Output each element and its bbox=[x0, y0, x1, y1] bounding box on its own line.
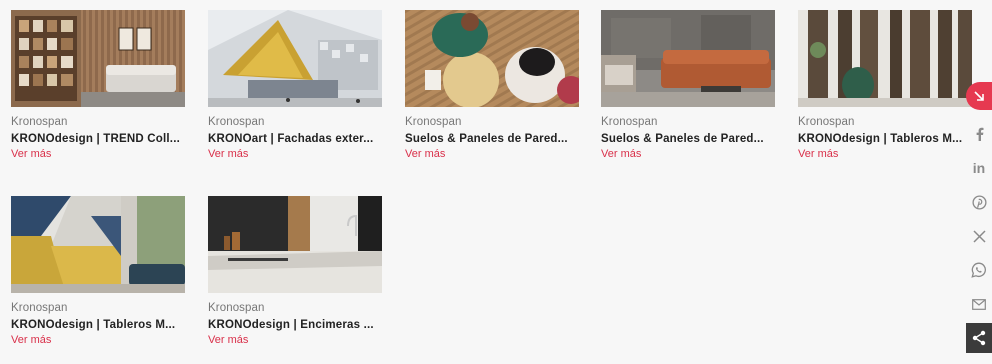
card-title[interactable]: Suelos & Paneles de Pared... bbox=[601, 133, 775, 145]
see-more-link[interactable]: Ver más bbox=[208, 334, 382, 346]
see-more-link[interactable]: Ver más bbox=[208, 148, 382, 160]
project-card[interactable]: Kronospan KRONOdesign | Tableros M... Ve… bbox=[11, 196, 185, 346]
see-more-link[interactable]: Ver más bbox=[11, 334, 185, 346]
card-title[interactable]: KRONOdesign | Tableros M... bbox=[798, 133, 972, 145]
project-card[interactable]: Kronospan KRONOart | Fachadas exter... V… bbox=[208, 10, 382, 160]
see-more-link[interactable]: Ver más bbox=[601, 148, 775, 160]
whatsapp-icon[interactable] bbox=[971, 262, 987, 278]
card-brand: Kronospan bbox=[11, 116, 68, 128]
card-brand: Kronospan bbox=[601, 116, 658, 128]
card-brand: Kronospan bbox=[798, 116, 855, 128]
card-brand: Kronospan bbox=[11, 302, 68, 314]
project-card[interactable]: Kronospan KRONOdesign | Tableros M... Ve… bbox=[798, 10, 972, 160]
project-card[interactable]: Kronospan Suelos & Paneles de Pared... V… bbox=[405, 10, 579, 160]
card-title[interactable]: KRONOdesign | Encimeras ... bbox=[208, 319, 382, 331]
x-icon[interactable] bbox=[971, 228, 987, 244]
card-image[interactable] bbox=[798, 10, 972, 107]
card-image[interactable] bbox=[11, 10, 185, 107]
linkedin-icon[interactable]: in bbox=[971, 160, 987, 176]
see-more-link[interactable]: Ver más bbox=[798, 148, 972, 160]
card-image[interactable] bbox=[405, 10, 579, 107]
card-title[interactable]: KRONOdesign | TREND Coll... bbox=[11, 133, 185, 145]
share-icon bbox=[972, 330, 986, 346]
card-image[interactable] bbox=[11, 196, 185, 293]
facebook-icon[interactable] bbox=[971, 126, 987, 142]
project-card[interactable]: Kronospan Suelos & Paneles de Pared... V… bbox=[601, 10, 775, 160]
email-icon[interactable] bbox=[971, 296, 987, 312]
arrow-down-right-icon bbox=[974, 91, 984, 101]
share-bar: in bbox=[962, 82, 992, 364]
card-brand: Kronospan bbox=[208, 302, 265, 314]
card-title[interactable]: KRONOdesign | Tableros M... bbox=[11, 319, 185, 331]
share-toggle-button[interactable] bbox=[966, 323, 992, 353]
card-title[interactable]: Suelos & Paneles de Pared... bbox=[405, 133, 579, 145]
card-brand: Kronospan bbox=[405, 116, 462, 128]
see-more-link[interactable]: Ver más bbox=[405, 148, 579, 160]
card-image[interactable] bbox=[208, 196, 382, 293]
card-brand: Kronospan bbox=[208, 116, 265, 128]
see-more-link[interactable]: Ver más bbox=[11, 148, 185, 160]
project-card[interactable]: Kronospan KRONOdesign | TREND Coll... Ve… bbox=[11, 10, 185, 160]
project-card[interactable]: Kronospan KRONOdesign | Encimeras ... Ve… bbox=[208, 196, 382, 346]
card-image[interactable] bbox=[601, 10, 775, 107]
card-image[interactable] bbox=[208, 10, 382, 107]
project-grid: Kronospan KRONOdesign | TREND Coll... Ve… bbox=[0, 0, 992, 364]
pinterest-icon[interactable] bbox=[971, 194, 987, 210]
share-collapse-button[interactable] bbox=[966, 82, 992, 110]
card-title[interactable]: KRONOart | Fachadas exter... bbox=[208, 133, 382, 145]
